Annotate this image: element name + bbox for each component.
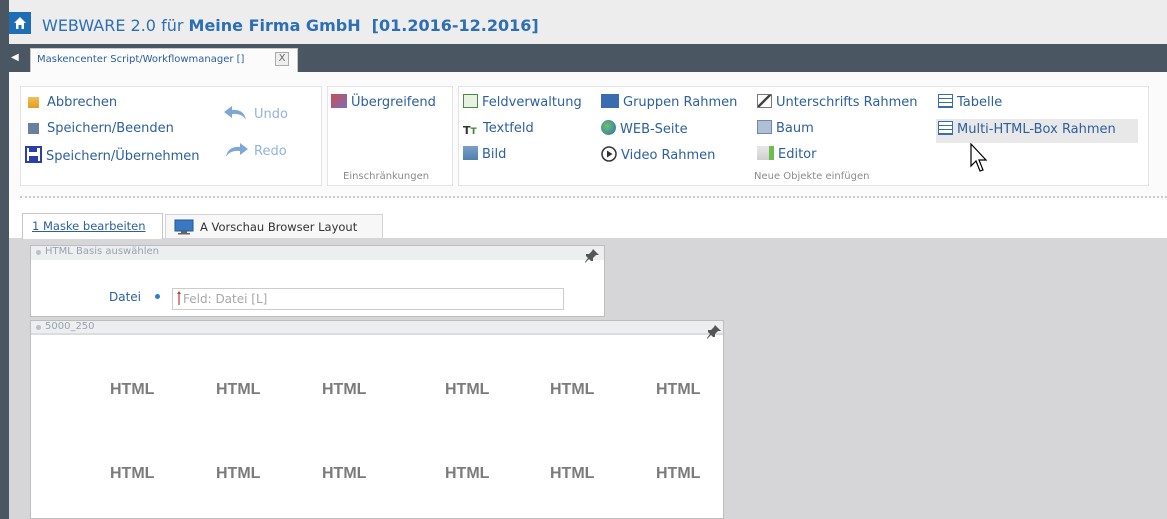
title-period: [01.2016-12.2016] <box>371 16 539 35</box>
gruppen-rahmen-button[interactable]: Gruppen Rahmen <box>601 94 737 112</box>
mouse-cursor-icon <box>970 143 988 172</box>
document-tab-label: Maskencenter Script/Workflowmanager [] <box>37 54 245 65</box>
multi-html-box-rahmen-label: Multi-HTML-Box Rahmen <box>957 122 1116 137</box>
baum-button[interactable]: Baum <box>757 120 814 138</box>
feldverwaltung-label: Feldverwaltung <box>482 95 582 110</box>
left-edge-bar <box>0 0 9 519</box>
speichern-uebernehmen-button[interactable]: Speichern/Übernehmen <box>25 146 200 164</box>
tab-scroll-left-icon[interactable]: ◀ <box>11 53 19 63</box>
html-box[interactable]: HTML <box>216 465 260 483</box>
textfeld-label: Textfeld <box>483 121 534 136</box>
panel-bullet-icon <box>36 250 41 255</box>
html-box-panel <box>30 320 724 519</box>
textfield-icon: TT <box>463 124 477 137</box>
multi-html-icon <box>938 121 953 135</box>
home-icon <box>14 17 26 29</box>
uebergreifend-button[interactable]: Übergreifend <box>331 94 436 112</box>
abbrechen-label: Abbrechen <box>47 95 118 110</box>
monitor-icon <box>174 219 194 235</box>
html-box[interactable]: HTML <box>445 381 489 399</box>
html-box-panel-title: 5000_250 <box>45 321 95 332</box>
speichern-beenden-label: Speichern/Beenden <box>47 121 174 136</box>
redo-label: Redo <box>254 144 287 159</box>
unterschrifts-rahmen-button[interactable]: Unterschrifts Rahmen <box>757 94 918 112</box>
datei-field-value: Feld: Datei [L] <box>183 292 268 306</box>
neue-objekte-caption: Neue Objekte einfügen <box>754 171 870 182</box>
editor-button[interactable]: Editor <box>757 146 816 164</box>
table-icon <box>938 94 953 108</box>
video-rahmen-label: Video Rahmen <box>621 148 716 163</box>
bild-button[interactable]: Bild <box>463 146 506 164</box>
tree-icon <box>757 120 772 134</box>
speichern-uebernehmen-label: Speichern/Übernehmen <box>46 149 200 164</box>
editor-icon <box>757 146 774 160</box>
video-play-icon <box>601 146 617 162</box>
html-box[interactable]: HTML <box>110 465 154 483</box>
html-basis-panel-title: HTML Basis auswählen <box>45 246 159 257</box>
tab-vorschau-browser-layout-label: A Vorschau Browser Layout <box>200 220 358 234</box>
html-box[interactable]: HTML <box>216 381 260 399</box>
textfeld-button[interactable]: TT Textfeld <box>463 120 534 138</box>
html-box[interactable]: HTML <box>445 465 489 483</box>
globe-icon <box>601 120 616 135</box>
title-prefix: WEBWARE 2.0 für <box>42 16 184 35</box>
baum-label: Baum <box>776 121 814 136</box>
uebergreifend-label: Übergreifend <box>351 95 436 110</box>
datei-label: Datei <box>109 290 142 304</box>
save-icon <box>25 146 42 163</box>
home-button[interactable] <box>9 12 31 34</box>
required-indicator <box>155 294 160 299</box>
window-title: WEBWARE 2.0 für Meine Firma GmbH [01.201… <box>42 16 539 35</box>
undo-button[interactable]: Undo <box>222 104 288 122</box>
cancel-icon <box>28 97 39 108</box>
html-box[interactable]: HTML <box>656 465 700 483</box>
pin-icon[interactable] <box>584 248 600 264</box>
title-company: Meine Firma GmbH <box>188 16 361 35</box>
bild-label: Bild <box>482 147 507 162</box>
save-close-icon <box>28 123 39 134</box>
ribbon-separator <box>20 196 1167 198</box>
html-box[interactable]: HTML <box>656 381 700 399</box>
einschraenkungen-caption: Einschränkungen <box>343 171 430 182</box>
html-box[interactable]: HTML <box>550 381 594 399</box>
gruppen-rahmen-label: Gruppen Rahmen <box>623 95 738 110</box>
group-frame-icon <box>601 94 619 108</box>
tabelle-label: Tabelle <box>957 95 1003 110</box>
field-manager-icon <box>463 94 478 108</box>
signature-icon <box>757 94 772 108</box>
redo-button[interactable]: Redo <box>222 141 287 159</box>
video-rahmen-button[interactable]: Video Rahmen <box>601 146 715 164</box>
scope-icon <box>331 94 347 108</box>
web-seite-button[interactable]: WEB-Seite <box>601 120 688 138</box>
web-seite-label: WEB-Seite <box>620 122 688 137</box>
field-marker-icon <box>177 291 181 305</box>
undo-icon <box>224 106 246 120</box>
html-box[interactable]: HTML <box>322 381 366 399</box>
multi-html-box-rahmen-button[interactable]: Multi-HTML-Box Rahmen <box>938 121 1116 139</box>
feldverwaltung-button[interactable]: Feldverwaltung <box>463 94 582 112</box>
html-box[interactable]: HTML <box>110 381 154 399</box>
tabelle-button[interactable]: Tabelle <box>938 94 1002 112</box>
redo-icon <box>226 143 248 157</box>
speichern-beenden-button[interactable]: Speichern/Beenden <box>28 120 174 138</box>
tab-maske-bearbeiten-label: 1 Maske bearbeiten <box>32 219 146 233</box>
html-box[interactable]: HTML <box>550 465 594 483</box>
pin-icon[interactable] <box>706 324 722 340</box>
unterschrifts-rahmen-label: Unterschrifts Rahmen <box>776 95 918 110</box>
abbrechen-button[interactable]: Abbrechen <box>28 94 117 112</box>
document-tab-close-button[interactable]: X <box>275 52 289 66</box>
editor-label: Editor <box>778 147 817 162</box>
html-box[interactable]: HTML <box>322 465 366 483</box>
panel-bullet-icon <box>36 325 41 330</box>
html-box-panel-header <box>31 321 723 335</box>
image-icon <box>463 146 478 160</box>
undo-label: Undo <box>254 107 288 122</box>
